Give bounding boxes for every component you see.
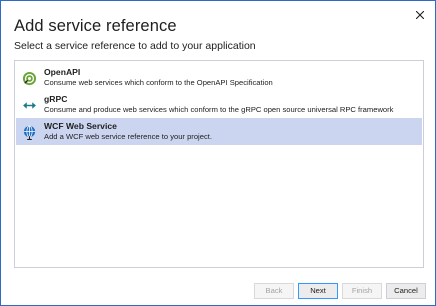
- service-item-name: OpenAPI: [44, 67, 81, 77]
- close-icon: [416, 11, 424, 19]
- openapi-icon: [21, 70, 37, 86]
- grpc-arrows-icon: [21, 97, 37, 113]
- dialog-footer: Back Next Finish Cancel: [1, 278, 435, 305]
- finish-button[interactable]: Finish: [342, 283, 382, 299]
- close-button[interactable]: [411, 6, 429, 24]
- wcf-globe-icon: [21, 124, 37, 140]
- service-item-description: Consume web services which conform to th…: [44, 78, 273, 87]
- service-item-grpc[interactable]: gRPC Consume and produce web services wh…: [16, 91, 422, 118]
- service-item-description: Consume and produce web services which c…: [44, 105, 394, 114]
- service-item-openapi[interactable]: OpenAPI Consume web services which confo…: [16, 64, 422, 91]
- service-item-description: Add a WCF web service reference to your …: [44, 132, 212, 141]
- back-button[interactable]: Back: [254, 283, 294, 299]
- service-item-name: WCF Web Service: [44, 121, 117, 131]
- cancel-button[interactable]: Cancel: [386, 283, 426, 299]
- service-item-name: gRPC: [44, 94, 68, 104]
- dialog-subtitle: Select a service reference to add to you…: [14, 40, 256, 52]
- dialog-title: Add service reference: [14, 17, 177, 35]
- service-item-wcf[interactable]: WCF Web Service Add a WCF web service re…: [16, 118, 422, 145]
- add-service-reference-dialog: Add service reference Select a service r…: [0, 0, 436, 306]
- next-button[interactable]: Next: [298, 283, 338, 299]
- service-list[interactable]: OpenAPI Consume web services which confo…: [14, 60, 424, 268]
